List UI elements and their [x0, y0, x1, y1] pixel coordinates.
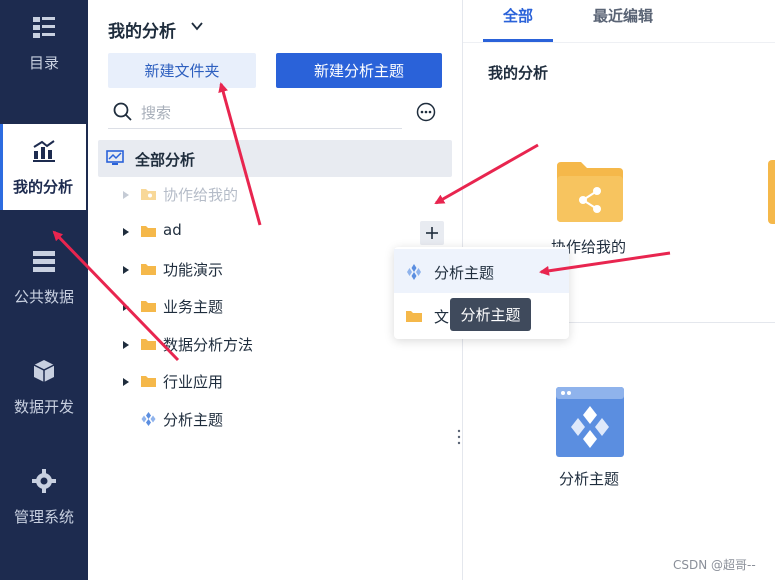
- shared-folder-icon[interactable]: [555, 160, 625, 224]
- shared-folder-icon: [141, 189, 156, 200]
- menu-item-analysis-theme[interactable]: 分析主题: [394, 249, 569, 293]
- tree-item-label: 功能演示: [163, 261, 224, 279]
- rail-label: 公共数据: [13, 288, 74, 306]
- folder-icon: [141, 264, 156, 275]
- tab-divider: [463, 42, 775, 43]
- tab-recent-edits[interactable]: 最近编辑: [583, 0, 663, 42]
- tree-root-label: 全部分析: [135, 151, 196, 169]
- folder-icon: [141, 376, 156, 387]
- rail-label: 目录: [28, 54, 59, 72]
- rail-item-public-data[interactable]: 公共数据: [0, 234, 88, 320]
- caret-right-icon[interactable]: [122, 190, 130, 200]
- cube-icon: [33, 360, 55, 382]
- theme-icon: [407, 264, 421, 280]
- search-icon: [113, 102, 132, 121]
- tree-item-label: ad: [163, 221, 182, 239]
- rail-label: 管理系统: [13, 508, 74, 526]
- tooltip: 分析主题: [450, 298, 531, 331]
- menu-item-label: 文: [434, 308, 450, 326]
- new-folder-button[interactable]: 新建文件夹: [108, 53, 256, 88]
- tree-item-folder[interactable]: 行业应用: [88, 368, 462, 398]
- caret-right-icon[interactable]: [122, 227, 130, 237]
- menu-item-label: 分析主题: [434, 264, 495, 282]
- analysis-chart-icon: [33, 140, 55, 162]
- tree-item-theme[interactable]: 分析主题: [88, 406, 462, 436]
- caret-right-icon[interactable]: [122, 265, 130, 275]
- plus-icon: [426, 227, 438, 239]
- search-input[interactable]: 搜索: [108, 97, 402, 129]
- left-navigation-rail: 目录 我的分析 公共数据 数据开发 管理系统: [0, 0, 88, 580]
- gear-icon: [32, 469, 56, 493]
- panel-title[interactable]: 我的分析: [108, 17, 203, 42]
- theme-icon: [141, 412, 156, 426]
- card-label: 分析主题: [559, 470, 620, 488]
- database-icon: [33, 251, 55, 272]
- new-analysis-theme-button[interactable]: 新建分析主题: [276, 53, 442, 88]
- folder-icon: [141, 226, 156, 237]
- folder-icon: [141, 301, 156, 312]
- tree-item-label: 分析主题: [163, 411, 224, 429]
- tree-item-label: 数据分析方法: [163, 336, 254, 354]
- folder-icon: [406, 311, 422, 322]
- panel-title-text: 我的分析: [108, 22, 176, 42]
- rail-item-admin[interactable]: 管理系统: [0, 454, 88, 540]
- chevron-down-icon: [191, 22, 203, 31]
- catalog-icon: [33, 17, 55, 38]
- caret-right-icon[interactable]: [122, 377, 130, 387]
- folder-icon: [141, 339, 156, 350]
- watermark: CSDN @超哥--: [673, 558, 756, 572]
- caret-right-icon[interactable]: [122, 340, 130, 350]
- add-item-button[interactable]: [420, 221, 444, 245]
- tree-root-all-analysis[interactable]: 全部分析: [98, 140, 452, 177]
- monitor-chart-icon: [106, 150, 124, 165]
- tab-all[interactable]: 全部: [483, 0, 553, 42]
- rail-item-data-dev[interactable]: 数据开发: [0, 344, 88, 430]
- rail-item-catalog[interactable]: 目录: [0, 0, 88, 86]
- tree-item-label: 协作给我的: [163, 186, 239, 204]
- tree-item-label: 业务主题: [163, 298, 224, 316]
- folder-icon[interactable]: [768, 160, 775, 224]
- rail-label: 我的分析: [12, 178, 73, 196]
- caret-right-icon[interactable]: [122, 302, 130, 312]
- rail-item-my-analysis[interactable]: 我的分析: [0, 124, 86, 210]
- analysis-theme-icon[interactable]: [555, 386, 625, 458]
- tree-item-folder[interactable]: ad: [88, 218, 462, 248]
- more-options-icon[interactable]: [416, 102, 436, 122]
- tree-item-label: 行业应用: [163, 373, 224, 391]
- search-placeholder: 搜索: [141, 104, 172, 122]
- tree-item-shared[interactable]: 协作给我的: [88, 181, 462, 211]
- rail-label: 数据开发: [13, 398, 74, 416]
- section-title: 我的分析: [488, 64, 549, 82]
